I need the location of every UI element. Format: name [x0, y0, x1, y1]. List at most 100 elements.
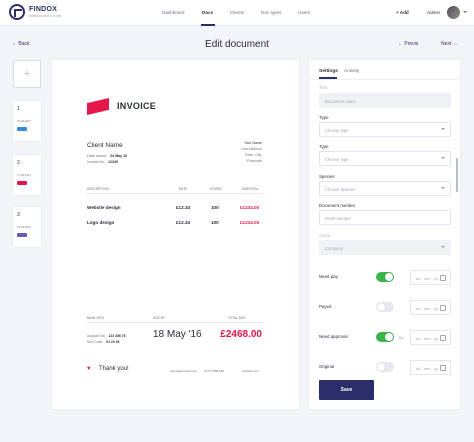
avatar[interactable]	[447, 6, 460, 19]
nav-dashboard[interactable]: Dashboard	[162, 10, 184, 15]
invoice-title: INVOICE	[117, 101, 157, 111]
column-header: HOURS	[210, 187, 222, 191]
date-issued: Date Issued: 04 May 16	[87, 154, 127, 158]
footer-header: DUE BY	[153, 316, 165, 320]
need-pay-label: Need pay	[319, 274, 338, 279]
title-input[interactable]: Document name	[319, 93, 451, 108]
save-button[interactable]: Save	[319, 380, 374, 400]
due-date: 18 May '16	[153, 329, 202, 340]
thank-you-text: Thank you!	[99, 366, 129, 372]
type-placeholder: Choose type	[325, 156, 349, 162]
date-issued-value: 04 May 16	[110, 154, 128, 158]
thumbnail-number: 1	[17, 106, 20, 112]
add-button[interactable]: + Add	[396, 10, 409, 15]
row-hours: 100	[211, 220, 219, 225]
divider	[87, 193, 263, 194]
payed-label: Payed	[319, 304, 332, 309]
type-label-2: Type	[319, 144, 329, 149]
calendar-icon	[440, 275, 446, 281]
chevron-down-icon	[441, 246, 445, 248]
status-badge	[17, 127, 27, 131]
nav-users[interactable]: Users	[298, 10, 310, 15]
invoice-document: INVOICE Client Name Date Issued: 04 May 1…	[52, 60, 299, 409]
date-issued-label: Date Issued:	[87, 154, 108, 158]
column-header: SUBTOTAL	[242, 187, 259, 191]
column-header: DESCRIPTION	[87, 187, 109, 191]
address-line: Your Address	[240, 147, 262, 151]
thumbnail-date: 17.03.2017	[17, 173, 31, 177]
settings-panel: Settings Activity Title Document name Ty…	[309, 60, 460, 409]
client-placeholder: Company	[325, 245, 343, 251]
page-thumbnail-1[interactable]: 1 15.03.2017	[13, 101, 41, 141]
brand-subtitle: WWW.FINDOX.COM	[29, 14, 62, 18]
footer-header: BANK INFO	[87, 316, 105, 320]
original-date-input[interactable]: dd . mm . yy	[410, 360, 451, 375]
contact-email: name@domain.com	[170, 369, 197, 373]
thumbnail-date: 15.03.2017	[17, 119, 31, 123]
thumbnail-date: 19.03.2017	[17, 225, 31, 229]
date-placeholder: dd . mm . yy	[416, 335, 438, 341]
account-number-label: Account No:	[87, 334, 106, 338]
type-label: Type	[319, 115, 329, 120]
toggle-knob	[377, 363, 385, 371]
row-rate: £12.34	[176, 205, 191, 210]
nav-doc-types[interactable]: Doc types	[261, 10, 281, 15]
document-number-placeholder: Insert number	[325, 215, 351, 221]
need-approval-toggle[interactable]	[376, 332, 394, 342]
tab-settings[interactable]: Settings	[319, 69, 338, 74]
sort-code: Sort Code: 01 23 45	[87, 340, 119, 344]
heart-icon: ♥	[87, 366, 91, 372]
by-label: By	[399, 335, 404, 340]
client-select[interactable]: Company	[319, 240, 451, 255]
footer-header: TOTAL DUE	[228, 316, 246, 320]
toggle-knob	[385, 273, 393, 281]
calendar-icon	[440, 305, 446, 311]
type-select[interactable]: Choose type	[319, 122, 451, 137]
need-pay-date-input[interactable]: dd . mm . yy	[410, 270, 451, 285]
payed-date-input[interactable]: dd . mm . yy	[410, 300, 451, 315]
toggle-knob	[377, 303, 385, 311]
top-nav-bar: FINDOX WWW.FINDOX.COM Dashboard Docs Cli…	[0, 0, 474, 26]
need-approval-label: Need approval	[319, 334, 348, 339]
chevron-down-icon[interactable]	[463, 11, 467, 13]
original-toggle[interactable]	[376, 362, 394, 372]
sort-code-value: 01 23 45	[106, 340, 120, 344]
nav-docs[interactable]: Docs	[202, 10, 213, 15]
document-number-input[interactable]: Insert number	[319, 210, 451, 225]
type-select-2[interactable]: Choose type	[319, 151, 451, 166]
status-badge	[17, 233, 27, 237]
account-number: Account No: 123 456 78	[87, 334, 125, 338]
sort-code-label: Sort Code:	[87, 340, 104, 344]
chevron-down-icon	[441, 187, 445, 189]
thumbnail-number: 3	[17, 212, 20, 218]
chevron-down-icon	[441, 128, 445, 130]
brand-name: FINDOX	[29, 6, 58, 13]
calendar-icon	[440, 365, 446, 371]
type-placeholder: Choose type	[325, 127, 349, 133]
user-name[interactable]: Admin	[427, 10, 440, 15]
tab-activity[interactable]: Activity	[344, 69, 359, 74]
divider	[87, 322, 263, 323]
add-page-button[interactable]: +	[13, 60, 41, 88]
row-subtotal: £1234.00	[240, 205, 260, 210]
findox-logo-icon[interactable]	[9, 4, 25, 20]
status-badge	[17, 181, 27, 185]
row-rate: £12.34	[176, 220, 191, 225]
document-number-label: Document number	[319, 203, 356, 208]
species-select[interactable]: Choose Species	[319, 181, 451, 196]
nav-clients[interactable]: Clients	[230, 10, 244, 15]
page-thumbnail-3[interactable]: 3 19.03.2017	[13, 207, 41, 247]
divider	[309, 79, 460, 80]
payed-toggle[interactable]	[376, 302, 394, 312]
row-subtotal: £1234.00	[240, 220, 260, 225]
scrollbar[interactable]	[456, 158, 458, 192]
need-approval-date-input[interactable]: dd . mm . yy	[410, 330, 451, 345]
invoice-number-label: Invoice No:	[87, 160, 105, 164]
need-pay-toggle[interactable]	[376, 272, 394, 282]
row-hours: 100	[211, 205, 219, 210]
species-label: Species	[319, 174, 335, 179]
page-thumbnail-2[interactable]: 2 17.03.2017	[13, 155, 41, 195]
next-link[interactable]: Next →	[441, 41, 458, 47]
previous-link[interactable]: ← Previs	[398, 41, 418, 47]
address-line: Town, City,	[244, 153, 262, 157]
